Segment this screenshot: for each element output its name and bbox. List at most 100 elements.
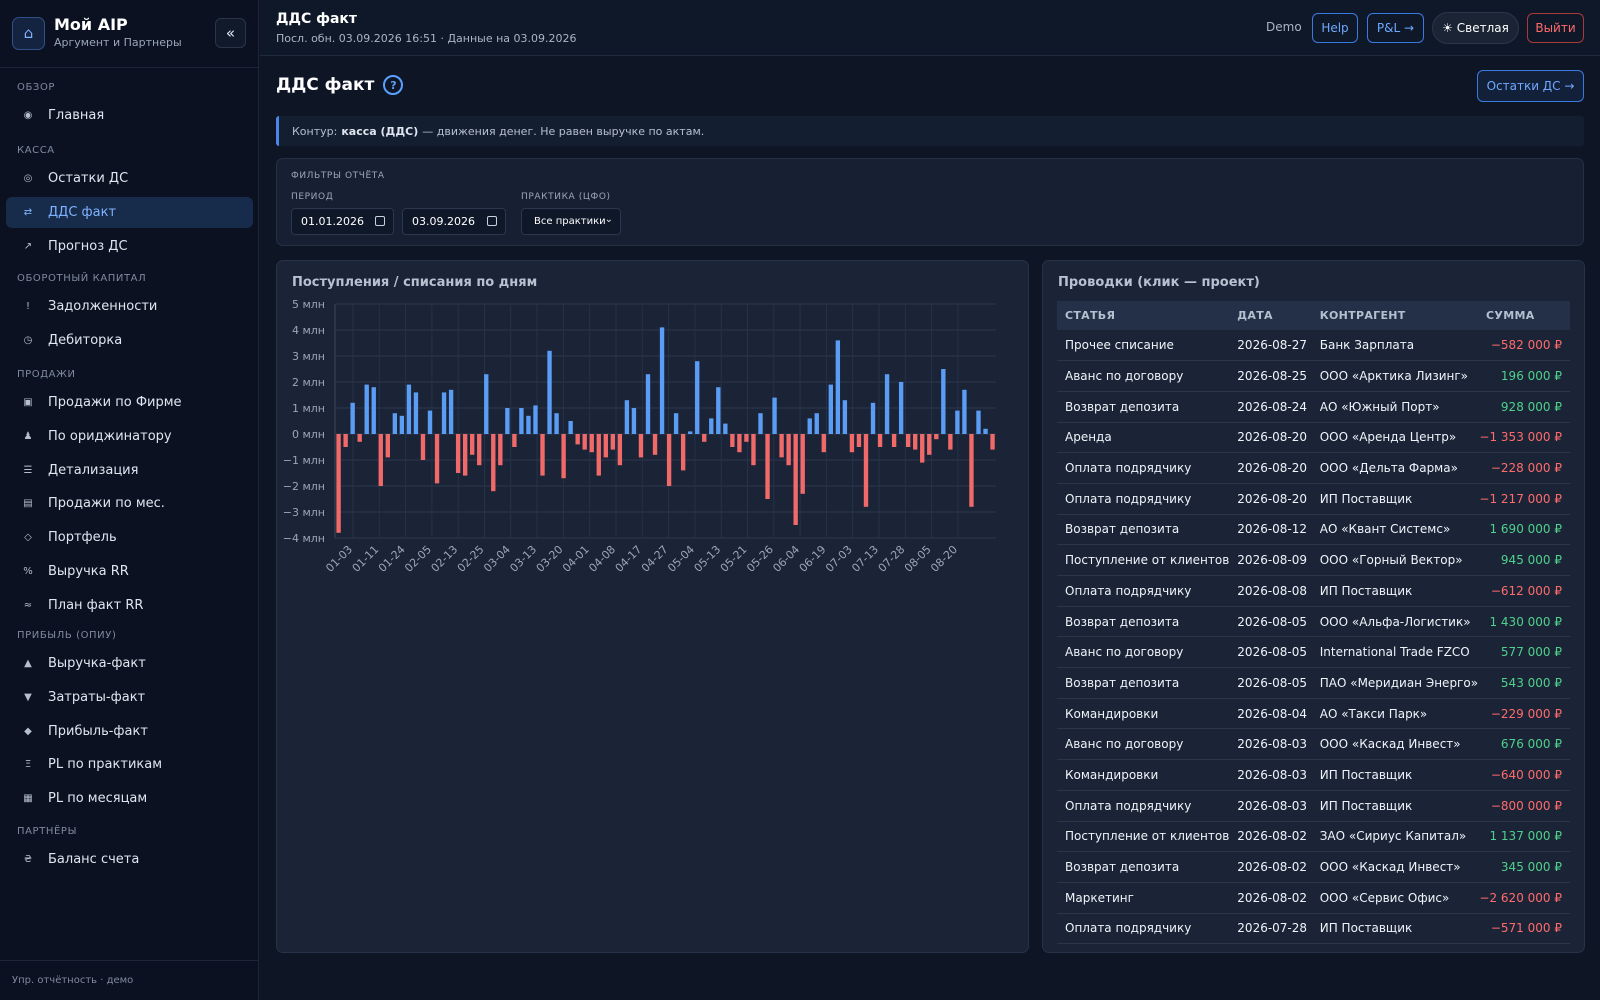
chart-bar [786,434,791,466]
table-row[interactable]: Маркетинг 2026-08-02 ООО «Сервис Офис» −2 6… [1057,882,1570,914]
sidebar-item[interactable]: ☰ Детализация [6,455,253,486]
chart-bar [927,434,932,455]
calendar-icon[interactable] [487,216,497,226]
x-tick-label: 04-27 [639,543,671,575]
table-row[interactable]: Аванс по договору 2026-08-03 ООО «Каскад И… [1057,728,1570,761]
sidebar-item[interactable]: ▲ Выручка-факт [6,648,253,679]
chart-bar [765,434,770,499]
chart-bar [673,413,679,434]
sidebar-item[interactable]: ◷ Дебиторка [6,325,253,356]
x-tick-label: 03-20 [534,543,566,575]
cell-date: 2026-08-12 [1229,514,1312,546]
home-icon[interactable]: ⌂ [12,16,45,50]
x-tick-label: 03-04 [481,543,513,575]
chart-bar [723,423,728,434]
date-to-input[interactable]: 03.09.2026 [402,208,506,235]
date-to-value: 03.09.2026 [412,215,475,228]
cell-date: 2026-08-09 [1229,544,1312,576]
sidebar-item[interactable]: ▼ Затраты-факт [6,682,253,713]
y-tick-label: −3 млн [283,506,325,519]
y-tick-label: 1 млн [292,402,325,415]
cell-item: Возврат депозита [1057,514,1230,546]
sidebar-item[interactable]: ↗ Прогноз ДС [6,231,253,262]
sidebar-item[interactable]: ▣ Продажи по Фирме [6,387,253,418]
x-tick-label: 02-25 [455,543,487,575]
sidebar-item[interactable]: ⇄ ДДС факт [6,196,253,228]
cashflow-chart: 5 млн 4 млн 3 млн 2 млн 1 млн 0 млн −1 млн −2 м… [283,298,996,575]
chart-bar [610,434,616,450]
theme-toggle-button[interactable]: ☀ Светлая [1432,12,1519,44]
collapse-sidebar-button[interactable]: « [215,18,246,48]
table-row[interactable]: Командировки 2026-08-04 АО «Такси Парк» −22… [1057,698,1570,730]
chart-bar [652,434,658,455]
y-tick-label: −1 млн [283,454,325,467]
table-row[interactable]: Возврат депозита 2026-08-02 ООО «Каскад Ин… [1057,851,1570,883]
sidebar-item-label: Продажи по мес. [48,496,165,512]
x-tick-label: 02-05 [402,543,434,575]
cell-party: ООО «Горный Вектор» [1311,544,1479,576]
logout-button[interactable]: Выйти [1527,13,1584,43]
column-header-item[interactable]: СТАТЬЯ [1057,301,1230,330]
table-row[interactable]: Оплата подрядчику 2026-08-08 ИП Поставщик −… [1057,575,1570,607]
brand[interactable]: ⌂ Мой AIP Аргумент и Партнеры [12,15,182,51]
table-row[interactable]: Оплата подрядчику 2026-08-20 ООО «Дельта Ф… [1057,452,1570,484]
table-row[interactable]: Аванс по договору 2026-08-25 ООО «Арктика … [1057,360,1570,392]
table-row[interactable]: Оплата подрядчику 2026-07-28 ИП Поставщик −… [1057,913,1570,945]
column-header-party[interactable]: КОНТРАГЕНТ [1311,301,1479,330]
cell-amount: −2 620 000 ₽ [1478,882,1570,914]
x-tick-label: 02-13 [429,543,461,575]
cell-amount: 1 690 000 ₽ [1478,514,1570,546]
help-button[interactable]: Help [1312,13,1358,43]
table-row[interactable]: Поступление от клиентов 2026-08-09 ООО «Го… [1057,544,1570,576]
chart-bar [484,374,489,434]
table-row[interactable]: Аренда 2026-08-20 ООО «Аренда Центр» −1 353… [1057,422,1570,454]
table-row[interactable]: Поступление от клиентов 2026-08-02 ЗАО «Си… [1057,821,1570,853]
cell-item: Командировки [1057,759,1230,791]
sidebar-item[interactable]: ◎ Остатки ДС [6,163,253,194]
sidebar-section-label: ОБЗОР [17,82,56,93]
sidebar-item[interactable]: ◇ Портфель [6,522,253,553]
table-row[interactable]: Прочее списание 2026-08-27 Банк Зарплата −5… [1057,330,1570,362]
sidebar-section-label: ПРИБЫЛЬ (ОПИУ) [17,630,117,641]
chart-bar [828,384,834,434]
sidebar-item[interactable]: ! Задолженности [6,291,253,322]
x-tick-label: 07-13 [849,543,881,575]
practice-select[interactable]: Все практики ⌄ [521,208,621,235]
table-row[interactable]: Возврат депозита 2026-08-12 АО «Квант Сист… [1057,514,1570,546]
sidebar-item[interactable]: ₴ Баланс счета [6,844,253,875]
cell-party: ООО «Аренда Центр» [1311,422,1479,454]
table-row[interactable]: Оплата подрядчику 2026-08-03 ИП Поставщик −… [1057,790,1570,822]
note-bold: касса (ДДС) [341,124,419,138]
sidebar-item-icon: ◇ [24,532,32,544]
table-row[interactable]: Возврат депозита 2026-08-05 ООО «Альфа-Лог… [1057,606,1570,638]
sidebar-item[interactable]: ≈ План факт RR [6,590,253,621]
chart-bar [336,434,341,533]
cell-item: Маркетинг [1057,882,1230,914]
chart-bar [821,434,826,453]
filters-title: ФИЛЬТРЫ ОТЧЁТА [291,171,385,181]
table-row[interactable]: Аванс по договору 2026-08-05 International… [1057,636,1570,669]
sidebar-item[interactable]: ◆ Прибыль-факт [6,716,253,747]
table-row[interactable]: Оплата подрядчику 2026-08-20 ИП Поставщик −… [1057,483,1570,515]
sidebar-item[interactable]: ▤ Продажи по мес. [6,488,253,519]
cell-amount: 676 000 ₽ [1478,728,1570,761]
table-row[interactable]: Возврат депозита 2026-08-24 АО «Южный Порт… [1057,391,1570,423]
pl-button[interactable]: P&L → [1367,13,1424,43]
sidebar-item-icon: ▦ [23,793,33,805]
table-row[interactable]: Возврат депозита 2026-08-05 ПАО «Меридиан … [1057,667,1570,699]
table-row[interactable]: Командировки 2026-08-03 ИП Поставщик −640 0… [1057,759,1570,791]
calendar-icon[interactable] [375,216,385,226]
column-header-amount[interactable]: СУММА [1478,301,1570,330]
sidebar-item[interactable]: % Выручка RR [6,556,253,587]
date-from-input[interactable]: 01.01.2026 [291,208,394,235]
cash-balance-button[interactable]: Остатки ДС → [1477,70,1584,102]
sidebar-item[interactable]: ◉ Главная [6,100,253,131]
chart-bar [364,384,369,434]
column-header-date[interactable]: ДАТА [1229,301,1312,330]
chart-bar [737,434,742,453]
help-circle-icon[interactable]: ? [383,75,404,95]
sidebar-item[interactable]: ▦ PL по месяцам [6,783,253,814]
sidebar-item[interactable]: ♟ По ориджинатору [6,421,253,452]
sidebar-item[interactable]: Ξ PL по практикам [6,749,253,780]
topbar: ДДС факт Посл. обн. 03.09.2026 16:51 · Д… [260,0,1600,56]
